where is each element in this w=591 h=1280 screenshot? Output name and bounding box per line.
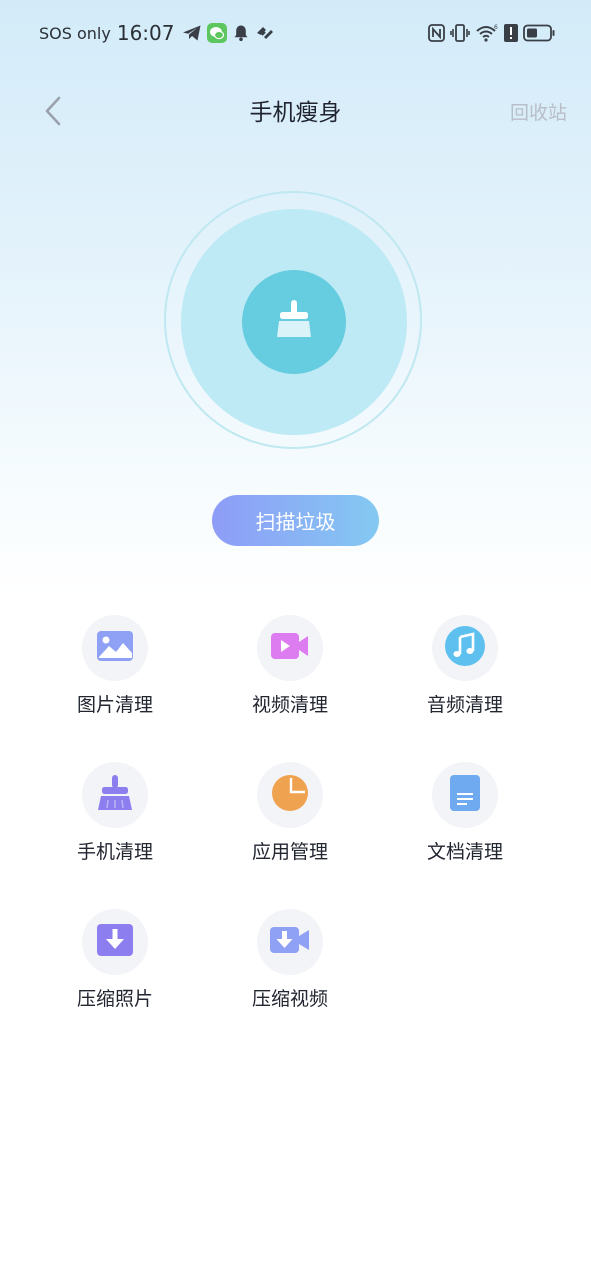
tool-label: 文档清理 xyxy=(426,841,503,863)
recycle-bin-button[interactable]: 回收站 xyxy=(510,99,567,127)
nfc-icon xyxy=(428,24,445,42)
scan-junk-button[interactable]: 扫描垃圾 xyxy=(212,495,379,546)
tool-icon-background xyxy=(82,615,148,681)
tool-icon-background xyxy=(432,762,498,828)
status-bar: SOS only 16:07 6 xyxy=(0,0,591,66)
tool-icon-background xyxy=(257,909,323,975)
health-icon xyxy=(255,24,275,42)
page-title: 手机瘦身 xyxy=(249,100,342,126)
tool-label: 压缩视频 xyxy=(251,988,328,1010)
tool-phone-cleanup[interactable]: 手机清理 xyxy=(50,762,180,880)
image-icon xyxy=(96,630,134,666)
document-icon xyxy=(449,774,481,816)
svg-text:6: 6 xyxy=(494,24,498,31)
status-bar-right: 6 xyxy=(423,20,555,46)
tool-compress-video[interactable]: 压缩视频 xyxy=(225,909,355,1027)
compress-video-icon xyxy=(269,925,311,959)
alert-icon xyxy=(504,24,518,42)
tool-icon-background xyxy=(257,762,323,828)
bell-icon xyxy=(232,24,250,42)
tool-icon-background xyxy=(257,615,323,681)
tool-audio-cleanup[interactable]: 音频清理 xyxy=(400,615,530,733)
wifi-icon: 6 xyxy=(475,23,499,43)
tool-label: 手机清理 xyxy=(76,841,153,863)
wechat-icon xyxy=(207,23,228,43)
tool-icon-background xyxy=(82,909,148,975)
status-bar-left: SOS only 16:07 xyxy=(39,20,280,46)
vibrate-icon xyxy=(450,23,470,43)
hero-clean-button[interactable] xyxy=(242,270,346,374)
telegram-icon xyxy=(182,24,202,42)
clock-time: 16:07 xyxy=(116,21,175,45)
broom-icon xyxy=(96,774,134,816)
tool-app-management[interactable]: 应用管理 xyxy=(225,762,355,880)
compress-photo-icon xyxy=(96,923,134,961)
music-icon xyxy=(444,625,486,671)
pie-chart-icon xyxy=(271,774,309,816)
tool-label: 视频清理 xyxy=(251,694,328,716)
battery-icon xyxy=(523,24,555,42)
carrier-text: SOS only xyxy=(39,23,111,43)
tool-label: 应用管理 xyxy=(251,841,328,863)
tool-label: 音频清理 xyxy=(426,694,503,716)
tool-icon-background xyxy=(432,615,498,681)
video-icon xyxy=(270,631,310,665)
tool-icon-background xyxy=(82,762,148,828)
tool-label: 压缩照片 xyxy=(76,988,153,1010)
tool-image-cleanup[interactable]: 图片清理 xyxy=(50,615,180,733)
tool-document-cleanup[interactable]: 文档清理 xyxy=(400,762,530,880)
tool-compress-photo[interactable]: 压缩照片 xyxy=(50,909,180,1027)
tool-video-cleanup[interactable]: 视频清理 xyxy=(225,615,355,733)
tool-label: 图片清理 xyxy=(76,694,153,716)
broom-icon xyxy=(272,297,316,347)
